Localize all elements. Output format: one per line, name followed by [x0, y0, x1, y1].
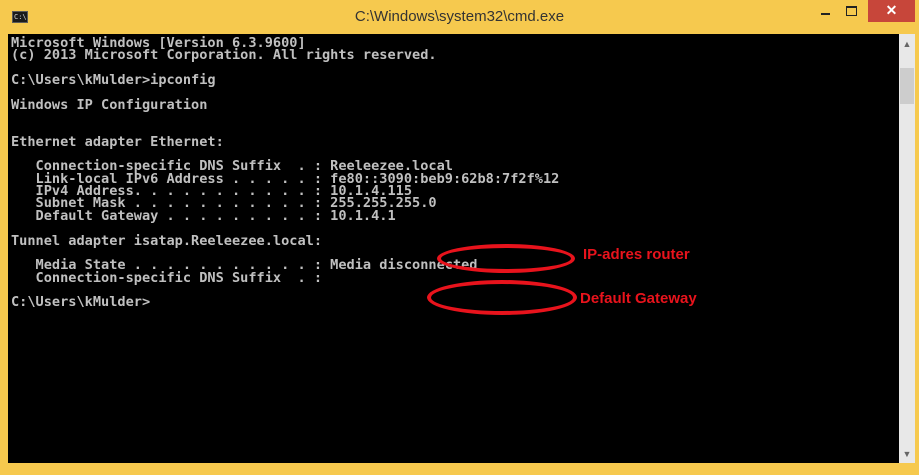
- minimize-button[interactable]: [812, 0, 838, 22]
- ip-router-annotation: IP-adres router: [583, 246, 690, 263]
- console-line: Default Gateway . . . . . . . . . : 10.1…: [11, 207, 396, 224]
- default-gateway-annotation: Default Gateway: [580, 290, 697, 307]
- cmd-app-icon[interactable]: C:\: [12, 11, 28, 23]
- close-button[interactable]: ✕: [868, 0, 915, 22]
- console-line: Windows IP Configuration: [11, 96, 208, 113]
- ipv4-highlight-ellipse: [437, 244, 575, 273]
- close-icon: ✕: [885, 2, 898, 18]
- vertical-scrollbar[interactable]: ▲ ▼: [899, 34, 915, 463]
- console-line: (c) 2013 Microsoft Corporation. All righ…: [11, 47, 437, 64]
- maximize-button[interactable]: [838, 0, 864, 22]
- gateway-highlight-ellipse: [427, 280, 577, 315]
- scroll-up-arrow-icon[interactable]: ▲: [899, 34, 915, 50]
- scroll-down-arrow-icon[interactable]: ▼: [899, 447, 915, 463]
- title-bar[interactable]: C:\ C:\Windows\system32\cmd.exe ✕: [0, 0, 919, 34]
- console-line: C:\Users\kMulder>ipconfig: [11, 72, 216, 89]
- scroll-thumb[interactable]: [900, 68, 914, 104]
- console-line: Ethernet adapter Ethernet:: [11, 133, 224, 150]
- cmd-window: C:\ C:\Windows\system32\cmd.exe ✕ Micros…: [0, 0, 919, 475]
- window-title: C:\Windows\system32\cmd.exe: [354, 8, 565, 25]
